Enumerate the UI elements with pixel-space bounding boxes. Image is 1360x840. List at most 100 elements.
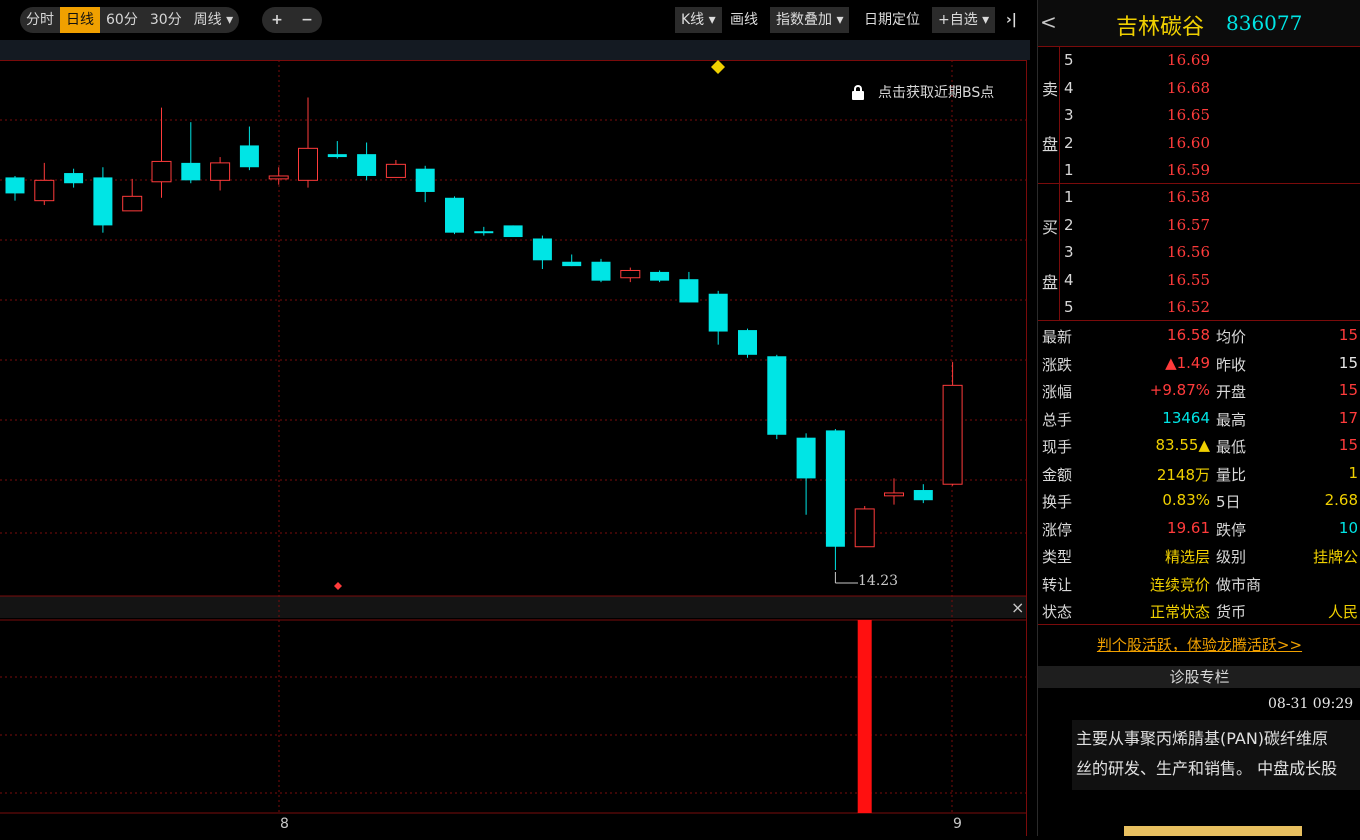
candle-body-down: [445, 197, 464, 233]
candle-body-down: [562, 261, 582, 267]
date-locate-button[interactable]: 日期定位: [864, 7, 920, 33]
sell-level-4[interactable]: 4 16.68: [1038, 75, 1360, 102]
close-subchart-icon[interactable]: ×: [1011, 598, 1024, 617]
quote-panel: < 吉林碳谷 836077 5 16.69 4 16.68 3 16.65 2 16.60 1 1…: [1037, 0, 1360, 836]
sell-level-price: 16.59: [1167, 161, 1210, 179]
sell-level-price: 16.69: [1167, 51, 1210, 69]
quote-key-2: 跌停: [1216, 520, 1247, 539]
kline-menu-button[interactable]: K线 ▾: [675, 7, 722, 33]
quote-value-2: 15: [1338, 436, 1358, 454]
candle-body-up: [620, 269, 641, 279]
event-diamond-icon: [711, 60, 725, 74]
sell-level-1[interactable]: 1 16.59: [1038, 157, 1360, 184]
quote-key-2: 最高: [1216, 410, 1247, 429]
buy-level-1[interactable]: 1 16.58: [1038, 184, 1360, 211]
zoom-out-button[interactable]: −: [295, 7, 319, 33]
candle-body-down: [679, 279, 699, 303]
index-overlay-button[interactable]: 指数叠加 ▾: [770, 7, 850, 33]
quote-key: 涨跌: [1042, 355, 1073, 374]
sell-level-number: 5: [1064, 51, 1074, 69]
buy-level-price: 16.58: [1167, 188, 1210, 206]
period-weekly-dropdown[interactable]: 周线 ▾: [188, 7, 239, 33]
sell-level-price: 16.68: [1167, 78, 1210, 97]
candle-body-up: [122, 195, 143, 212]
subchart-header: [0, 596, 1027, 618]
quote-key: 金额: [1042, 465, 1073, 484]
candle-body-down: [357, 154, 377, 176]
quote-value-2: 17: [1338, 408, 1358, 427]
diagnosis-header: 诊股专栏: [1038, 666, 1360, 688]
buy-level-number: 3: [1064, 243, 1074, 261]
candle-body-up: [942, 384, 963, 485]
sell-level-number: 3: [1064, 106, 1074, 124]
candle-body-down: [181, 162, 201, 181]
quote-row: 涨幅 +9.87% 开盘 15: [1038, 377, 1360, 404]
quote-row: 转让 连续竞价 做市商: [1038, 570, 1360, 597]
quote-key: 最新: [1042, 328, 1073, 346]
event-diamond-small-icon: [334, 582, 342, 590]
sell-level-3[interactable]: 3 16.65: [1038, 102, 1360, 129]
low-price-label: 14.23: [858, 573, 899, 589]
buy-level-price: 16.55: [1167, 270, 1210, 289]
quote-value: 13464: [1162, 408, 1210, 427]
buy-level-3[interactable]: 3 16.56: [1038, 239, 1360, 266]
add-watchlist-button[interactable]: +自选 ▾: [932, 7, 996, 33]
candle-body-down: [415, 168, 435, 192]
chart-toolbar: 分时 日线 60分 30分 周线 ▾ + − K线 ▾ 画线 指数叠加 ▾ 日期…: [0, 0, 1030, 40]
quote-value: 16.58: [1167, 326, 1210, 344]
buy-level-number: 4: [1064, 270, 1074, 289]
buy-level-2[interactable]: 2 16.57: [1038, 212, 1360, 239]
back-icon[interactable]: <: [1040, 10, 1057, 34]
quote-value: 19.61: [1167, 518, 1210, 537]
period-30min[interactable]: 30分: [144, 7, 188, 33]
bottom-action-button[interactable]: [1124, 826, 1302, 836]
candle-body-down: [796, 437, 816, 479]
quote-value-2: 15: [1338, 326, 1358, 344]
quote-row: 总手 13464 最高 17: [1038, 405, 1360, 432]
period-fenshi[interactable]: 分时: [20, 7, 60, 33]
quote-key-2: 做市商: [1216, 575, 1262, 594]
quote-value: 连续竞价: [1149, 575, 1210, 594]
candle-body-up: [34, 179, 55, 202]
sell-level-5[interactable]: 5 16.69: [1038, 47, 1360, 74]
activity-promo-link[interactable]: 判个股活跃，体验龙腾活跃>>: [1038, 632, 1360, 658]
quote-row: 状态 正常状态 货币 人民: [1038, 597, 1360, 624]
sell-side-label-2: 盘: [1042, 135, 1059, 154]
stock-header: < 吉林碳谷 836077: [1038, 0, 1360, 47]
chart-info-bar: [0, 40, 1030, 60]
period-daily[interactable]: 日线: [60, 7, 100, 33]
candles-group: [5, 60, 963, 590]
quote-value-2: 15: [1338, 381, 1358, 399]
candle-body-down: [532, 238, 552, 261]
quote-value: ▲1.49: [1165, 353, 1210, 372]
candle-body-down: [5, 177, 25, 194]
diagnosis-line-2: 丝的研发、生产和销售。 中盘成长股: [1076, 759, 1338, 778]
orderbook-mid-divider: [1038, 183, 1360, 184]
quote-key: 状态: [1042, 603, 1073, 621]
orderbook-bottom-divider: [1038, 320, 1360, 321]
sell-level-number: 1: [1064, 161, 1074, 179]
sell-level-2[interactable]: 2 16.60: [1038, 130, 1360, 157]
buy-side-label-1: 买: [1042, 218, 1059, 237]
diagnosis-text[interactable]: 主要从事聚丙烯腈基(PAN)碳纤维原 丝的研发、生产和销售。 中盘成长股: [1072, 720, 1360, 790]
draw-button[interactable]: 画线: [730, 7, 758, 33]
buy-level-4[interactable]: 4 16.55: [1038, 267, 1360, 294]
quote-value-2: 10: [1338, 518, 1358, 537]
kline-chart-area[interactable]: 点击获取近期BS点 14.23 8 9 ×: [0, 60, 1027, 836]
quote-key-2: 量比: [1216, 465, 1247, 484]
quote-row: 换手 0.83% 5日 2.68: [1038, 487, 1360, 514]
candle-body-down: [503, 225, 523, 238]
quote-value-2: 1: [1348, 463, 1358, 482]
buy-level-5[interactable]: 5 16.52: [1038, 294, 1360, 321]
zoom-controls: + −: [262, 7, 322, 33]
buy-level-number: 5: [1064, 298, 1074, 316]
zoom-in-button[interactable]: +: [265, 7, 289, 33]
period-60min[interactable]: 60分: [100, 7, 144, 33]
candle-body-down: [239, 145, 259, 168]
bs-hint[interactable]: 点击获取近期BS点: [852, 82, 994, 102]
candle-body-down: [825, 430, 845, 547]
quote-key-2: 5日: [1216, 493, 1241, 511]
collapse-panel-icon[interactable]: ›|: [1006, 7, 1017, 33]
volume-group: [857, 620, 872, 813]
candle-body-down: [738, 330, 757, 355]
